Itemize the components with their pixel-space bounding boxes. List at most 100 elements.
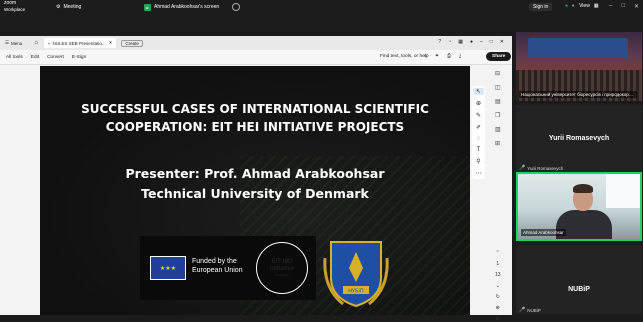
shield-icon[interactable]: ● <box>565 3 568 9</box>
menu-button[interactable]: ☰ Menu <box>5 40 22 46</box>
share-screen-icon: ▸ <box>144 3 151 11</box>
zoom-logo-subtext: Workplace <box>4 6 26 12</box>
maximize-icon[interactable]: □ <box>490 39 493 45</box>
share-options-icon[interactable] <box>232 3 241 11</box>
convert-tab[interactable]: Convert <box>47 55 64 60</box>
page-down-icon[interactable]: ⌄ <box>496 283 500 289</box>
more-tools-icon[interactable]: ⋯ <box>476 170 482 177</box>
toolbar-icons: ⌕ ✦ ⎙ ⤓ <box>424 53 461 59</box>
mic-muted-icon: 🎤 <box>519 307 526 313</box>
presenter-name: Presenter: Prof. Ahmad Arabkoohsar <box>125 166 385 181</box>
profile-icon[interactable]: ● <box>470 39 473 45</box>
presenter-affiliation: Technical University of Denmark <box>141 186 369 201</box>
page-total: 13 <box>495 272 501 278</box>
share-button[interactable]: Share <box>486 52 512 61</box>
presentation-slide: SUCCESSFUL CASES OF INTERNATIONAL SCIENT… <box>40 66 470 315</box>
funding-logos: ★★★ Funded by the European Union EIT HEI… <box>140 236 316 300</box>
person-hair <box>573 184 593 193</box>
participant-tile[interactable]: NUBiP 🎤 NUBiP <box>516 245 642 314</box>
zoom-out-icon[interactable]: ⊖ <box>496 316 500 322</box>
esign-tab[interactable]: E-Sign <box>72 55 86 60</box>
menu-label: Menu <box>11 40 23 46</box>
eu-funding-text: Funded by the European Union <box>192 257 243 275</box>
help-icon[interactable]: ? <box>438 39 441 45</box>
slide-title-line2: COOPERATION: EIT HEI INITIATIVE PROJECTS <box>105 120 405 134</box>
pdf-icon: ▪ <box>47 40 50 46</box>
comment-icon[interactable]: ◫ <box>495 84 501 91</box>
attachment-icon[interactable]: ▤ <box>495 98 501 105</box>
text-box-icon[interactable]: T <box>477 147 481 153</box>
eit-main-1: EIT HEI <box>271 259 293 265</box>
highlight-icon[interactable]: ✐ <box>476 124 481 131</box>
page-up-icon[interactable]: ⌃ <box>496 250 500 256</box>
home-icon[interactable]: ⌂ <box>34 40 38 46</box>
zoom-title-bar: zoom Workplace ⚙ Meeting ▸ Ahmad Arabkoo… <box>0 0 643 16</box>
minimize-icon[interactable]: – <box>609 3 612 10</box>
eu-flag-icon: ★★★ <box>150 256 186 280</box>
screen-share-tab-label: Ahmad Arabkoohsar's screen <box>154 4 220 10</box>
all-tools-tab[interactable]: All tools <box>6 55 23 60</box>
maximize-icon[interactable]: □ <box>621 3 625 10</box>
background-window <box>606 174 640 208</box>
find-search[interactable]: Find text, tools, or help <box>380 54 429 59</box>
participant-tile[interactable]: Національний університет біоресурсів і п… <box>516 32 642 101</box>
close-tab-icon[interactable]: ✕ <box>109 40 113 46</box>
layers-icon[interactable]: ▥ <box>495 126 501 133</box>
slide-title-line1: SUCCESSFUL CASES OF INTERNATIONAL SCIENT… <box>81 102 429 116</box>
page-current[interactable]: 1 <box>496 261 499 267</box>
document-tab[interactable]: ▪ NULES SEB Presentatio... ✕ <box>43 38 117 48</box>
eu-text-line1: Funded by the <box>192 258 237 265</box>
acrobat-tool-rail: ↖ ⊕ ✎ ✐ ◌ T ⚲ ⋯ ⊟ ◫ ▤ ❐ ▥ ⊞ ⌃ 1 13 ⌄ ↻ ⊕… <box>470 66 512 322</box>
view-controls: ● ◐ View ▦ <box>565 3 599 9</box>
save-icon[interactable]: ⤓ <box>459 53 461 59</box>
participant-display-name: NUBiP <box>568 286 590 293</box>
eit-logo-text: EIT HEI Initiative <box>270 259 294 272</box>
pages-icon[interactable]: ❐ <box>495 112 501 119</box>
quick-tools: ↖ ⊕ ✎ ✐ ◌ T ⚲ ⋯ <box>472 86 485 179</box>
hall-stage <box>528 38 628 58</box>
page-navigation: ⌃ 1 13 ⌄ ↻ ⊕ ⊖ <box>495 250 501 322</box>
zoom-tool-icon[interactable]: ⊕ <box>476 100 481 107</box>
eit-url: eit-hei.eu <box>274 273 290 277</box>
document-tab-label: NULES SEB Presentatio... <box>52 40 106 46</box>
participant-tile[interactable]: Yurii Romasevych 🎤 Yurii Romasevych <box>516 105 642 174</box>
refresh-icon[interactable]: ↻ <box>496 294 500 300</box>
participant-tile-active-speaker[interactable]: Ahmad Arabkoohsar <box>516 172 642 241</box>
participant-small-name: NUBiP <box>527 307 541 313</box>
search-icon[interactable]: ⌕ <box>424 53 427 59</box>
university-crest-icon: НУБіП <box>323 241 389 308</box>
eu-text-line2: European Union <box>192 267 243 274</box>
meeting-tab[interactable]: ⚙ Meeting <box>56 4 81 10</box>
pen-icon[interactable]: ✎ <box>476 112 481 119</box>
notifications-icon[interactable]: ◔ <box>448 39 451 45</box>
create-button[interactable]: Create <box>121 39 143 47</box>
participant-name-label: Ahmad Arabkoohsar <box>521 229 566 236</box>
screen-share-tab[interactable]: ▸ Ahmad Arabkoohsar's screen <box>144 3 241 11</box>
tag-icon[interactable]: ⊞ <box>495 140 501 147</box>
side-panel-icons: ⊟ ◫ ▤ ❐ ▥ ⊞ <box>495 70 501 147</box>
sign-in-button[interactable]: Sign in <box>529 3 553 11</box>
grid-icon[interactable]: ▦ <box>594 3 599 9</box>
lasso-icon[interactable]: ◌ <box>477 136 481 142</box>
eit-main-2: Initiative <box>269 265 295 272</box>
participant-small-name: Yurii Romasevych <box>527 165 564 171</box>
ai-assistant-icon[interactable]: ✦ <box>435 53 439 59</box>
shared-screen: ☰ Menu ⌂ ▪ NULES SEB Presentatio... ✕ Cr… <box>0 36 512 322</box>
create-label: Create <box>125 40 139 46</box>
close-icon[interactable]: ✕ <box>634 3 639 10</box>
status-icon[interactable]: ◐ <box>572 3 575 9</box>
window-controls: – □ ✕ <box>609 3 639 10</box>
stamp-icon[interactable]: ⚲ <box>476 158 480 165</box>
bookmark-icon[interactable]: ⊟ <box>495 70 501 77</box>
edit-tab[interactable]: Edit <box>31 55 39 60</box>
acrobat-toolbar: All tools Edit Convert E-Sign Find text,… <box>0 50 512 65</box>
close-icon[interactable]: ✕ <box>500 39 504 45</box>
zoom-in-icon[interactable]: ⊕ <box>496 305 500 311</box>
apps-icon[interactable]: ▦ <box>458 39 463 45</box>
hamburger-icon: ☰ <box>5 40 10 45</box>
print-icon[interactable]: ⎙ <box>447 53 451 59</box>
select-cursor-icon[interactable]: ↖ <box>473 88 484 95</box>
minimize-icon[interactable]: – <box>480 39 483 45</box>
view-button[interactable]: View <box>579 3 590 9</box>
zoom-logo: zoom Workplace <box>4 0 26 12</box>
